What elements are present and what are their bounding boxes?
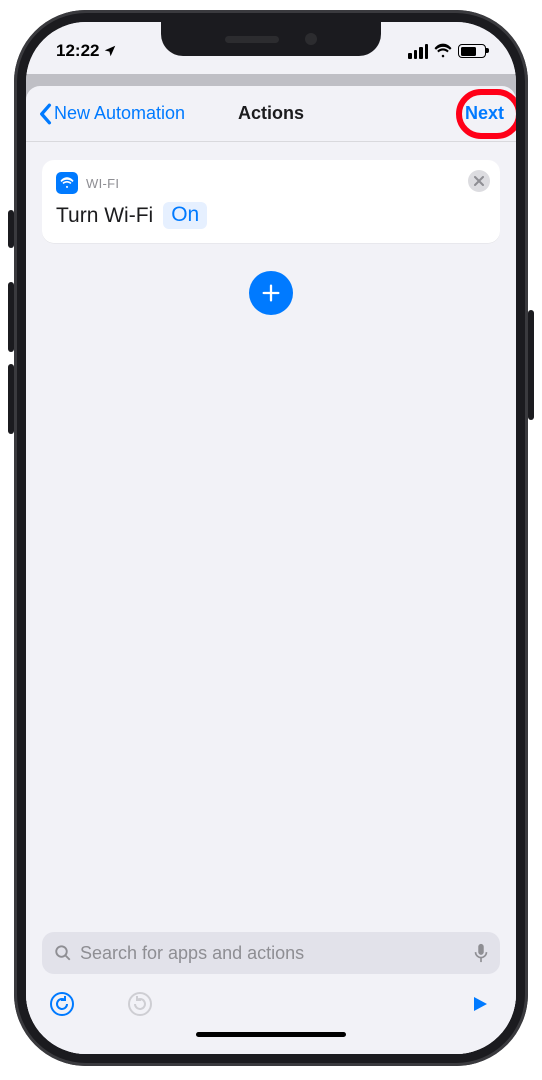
action-text: Turn Wi-Fi — [56, 204, 153, 228]
remove-action-button[interactable] — [468, 170, 490, 192]
screen: 12:22 New Automation Actions — [26, 22, 516, 1054]
page-title: Actions — [238, 103, 304, 124]
back-label: New Automation — [54, 103, 185, 124]
cellular-icon — [408, 44, 428, 59]
next-button[interactable]: Next — [465, 103, 504, 124]
action-state-token[interactable]: On — [163, 202, 207, 229]
location-icon — [103, 44, 117, 58]
back-button[interactable]: New Automation — [38, 103, 185, 125]
undo-icon — [49, 991, 75, 1017]
run-button[interactable] — [466, 990, 494, 1018]
play-icon — [471, 995, 489, 1013]
undo-button[interactable] — [48, 990, 76, 1018]
battery-icon — [458, 44, 486, 58]
redo-icon — [127, 991, 153, 1017]
home-indicator[interactable] — [196, 1032, 346, 1037]
notch — [161, 22, 381, 56]
search-input[interactable]: Search for apps and actions — [42, 932, 500, 974]
action-category: WI-FI — [86, 176, 119, 191]
bottom-toolbar — [26, 982, 516, 1026]
nav-bar: New Automation Actions Next — [26, 86, 516, 142]
action-card[interactable]: WI-FI Turn Wi-Fi On — [42, 160, 500, 243]
close-icon — [474, 176, 484, 186]
chevron-left-icon — [38, 103, 52, 125]
wifi-app-icon — [56, 172, 78, 194]
add-action-button[interactable] — [249, 271, 293, 315]
redo-button — [126, 990, 154, 1018]
plus-icon — [260, 282, 282, 304]
mic-icon[interactable] — [474, 943, 488, 963]
home-bar — [26, 1026, 516, 1054]
wifi-icon — [434, 42, 452, 60]
status-time: 12:22 — [56, 41, 99, 61]
search-placeholder: Search for apps and actions — [80, 943, 466, 964]
search-icon — [54, 944, 72, 962]
phone-frame: 12:22 New Automation Actions — [14, 10, 528, 1066]
power-button[interactable] — [528, 310, 534, 420]
actions-sheet: New Automation Actions Next WI-FI — [26, 86, 516, 1054]
